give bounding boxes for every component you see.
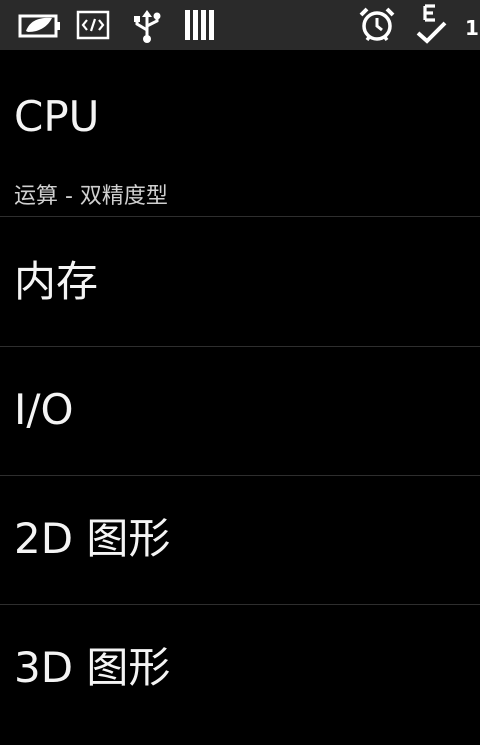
e-check-icon <box>414 3 450 47</box>
battery-leaf-icon <box>18 10 62 40</box>
signal-bars-icon <box>184 8 218 42</box>
code-icon <box>76 10 110 40</box>
status-bar: 1: <box>0 0 480 50</box>
menu-item-subtitle: 运算 - 双精度型 <box>14 184 168 209</box>
usb-icon <box>130 8 164 44</box>
status-clock: 1: <box>465 16 480 40</box>
menu-item-label: I/O <box>14 385 74 434</box>
alarm-clock-icon <box>357 6 397 44</box>
benchmark-menu-list: CPU 运算 - 双精度型 内存 I/O 2D 图形 3D 图形 <box>0 50 480 734</box>
menu-item-memory[interactable]: 内存 <box>0 217 480 347</box>
menu-item-label: 内存 <box>14 257 99 306</box>
menu-item-2d-graphics[interactable]: 2D 图形 <box>0 476 480 605</box>
menu-item-3d-graphics[interactable]: 3D 图形 <box>0 605 480 734</box>
menu-item-cpu[interactable]: CPU 运算 - 双精度型 <box>0 50 480 217</box>
menu-item-label: 2D 图形 <box>14 514 171 563</box>
menu-item-label: 3D 图形 <box>14 643 171 692</box>
menu-item-label: CPU <box>14 92 100 141</box>
menu-item-io[interactable]: I/O <box>0 347 480 476</box>
